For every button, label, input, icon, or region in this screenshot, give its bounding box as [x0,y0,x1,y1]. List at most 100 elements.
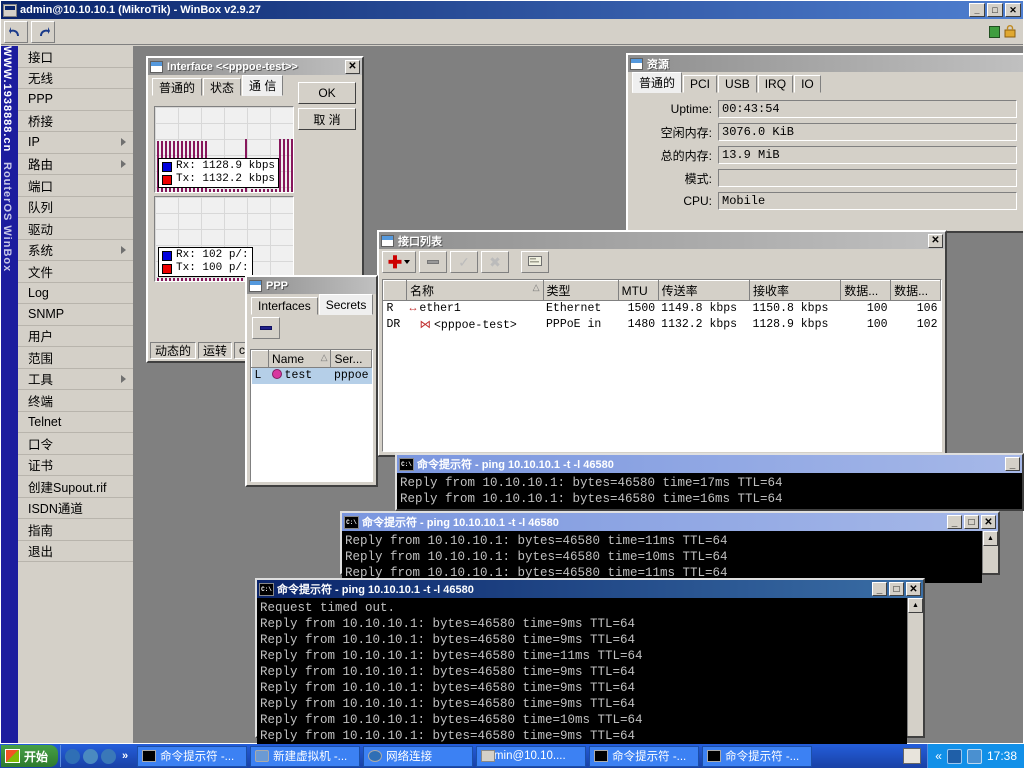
media-icon[interactable] [101,748,117,764]
menu-item-23[interactable]: 退出 [18,541,133,562]
menu-item-20[interactable]: 创建Supout.rif [18,476,133,498]
quick-launch-chevron-icon[interactable]: » [119,750,131,762]
menu-item-5[interactable]: 路由 [18,154,133,175]
redo-button[interactable] [31,20,55,43]
menu-item-16[interactable]: 终端 [18,390,133,412]
column-header-7[interactable]: 数据... [890,280,941,301]
plus-icon: ✚ [387,252,403,272]
ppp-column-header-2[interactable]: Ser... [330,350,372,368]
scroll-up-icon[interactable]: ▲ [908,598,923,613]
column-header-0[interactable] [383,280,408,301]
cmd1-title: 命令提示符 - ping 10.10.10.1 -t -l 46580 [417,459,614,471]
interface-tab-1[interactable]: 状态 [203,78,242,96]
resource-value: 00:43:54 [718,100,1017,118]
menu-item-21[interactable]: ISDN通道 [18,498,133,519]
cmd2-minimize-button[interactable]: _ [947,515,962,529]
menu-item-17[interactable]: Telnet [18,412,133,433]
cmd1-minimize-button[interactable]: _ [1005,457,1020,471]
ppp-column-header-1[interactable]: Name △ [268,350,332,368]
cancel-button[interactable]: 取 消 [298,108,356,130]
taskbar-item-0[interactable]: 命令提示符 -... [137,745,248,767]
table-row[interactable]: DR ⋈ <pppoe-test> PPPoE in 1480 1132.2 kbps 11… [383,316,941,333]
menu-item-19[interactable]: 证书 [18,455,133,476]
graph-bar [173,277,175,281]
resources-tab-2[interactable]: USB [718,75,757,93]
enable-interface-button[interactable]: ✓ [450,251,478,273]
shield-tray-icon[interactable] [966,748,982,764]
cmd2-maximize-button[interactable]: □ [964,515,979,529]
remove-interface-button[interactable] [419,251,447,273]
ppp-column-header-0[interactable] [251,350,270,368]
resource-label: CPU: [683,194,712,208]
menu-item-11[interactable]: Log [18,283,133,304]
keyboard-language-icon[interactable] [903,748,922,764]
table-row[interactable]: R ↔ ether1 Ethernet 1500 1149.8 kbps 1150.8 kb… [383,300,941,317]
windows-logo-icon [5,749,20,763]
taskbar-item-2[interactable]: 网络连接 [363,745,474,767]
ppp-tab-1[interactable]: Secrets [318,294,374,315]
menu-item-10[interactable]: 文件 [18,261,133,283]
menu-item-22[interactable]: 指南 [18,519,133,541]
interface-window-close-button[interactable]: ✕ [345,59,360,74]
menu-item-4[interactable]: IP [18,132,133,154]
cmd3-minimize-button[interactable]: _ [872,582,887,596]
ppp-remove-button[interactable] [252,317,280,339]
graph-bar [181,277,183,281]
taskbar-item-3[interactable]: admin@10.10.... [476,745,587,767]
menu-item-1[interactable]: 无线 [18,68,133,89]
list-item[interactable]: Ltest pppoe [251,367,372,384]
menu-item-7[interactable]: 队列 [18,197,133,218]
menu-item-12[interactable]: SNMP [18,304,133,326]
undo-button[interactable] [4,20,28,43]
outlook-icon[interactable] [83,748,99,764]
resources-tab-3[interactable]: IRQ [757,75,794,93]
disable-interface-button[interactable]: ✖ [481,251,509,273]
taskbar-item-5[interactable]: 命令提示符 -... [702,745,813,767]
menu-item-8[interactable]: 驱动 [18,218,133,240]
interface-tab-2[interactable]: 通 信 [242,75,284,96]
interface-table-header: 名称 △ 类型 MTU 传送率 接收率 数据... 数据... [383,280,941,301]
ppp-tab-0[interactable]: Interfaces [251,297,318,315]
menu-item-9[interactable]: 系统 [18,240,133,261]
menu-item-2[interactable]: PPP [18,89,133,111]
cmd3-close-button[interactable]: ✕ [906,582,921,596]
restore-button[interactable]: □ [987,3,1003,17]
start-button[interactable]: 开始 [1,745,59,767]
interface-tab-0[interactable]: 普通的 [152,78,203,96]
menu-item-14[interactable]: 范围 [18,347,133,369]
resources-tab-0[interactable]: 普通的 [632,72,683,93]
column-header-4[interactable]: 传送率 [657,280,750,301]
cmd3-maximize-button[interactable]: □ [889,582,904,596]
menu-item-13[interactable]: 用户 [18,326,133,347]
close-button[interactable]: ✕ [1005,3,1021,17]
menu-item-3[interactable]: 桥接 [18,111,133,132]
comment-button[interactable] [521,251,549,273]
column-header-6[interactable]: 数据... [840,280,892,301]
add-interface-button[interactable]: ✚ [382,251,416,273]
cmd2-scrollbar[interactable]: ▲ [982,531,998,573]
window-icon [249,279,262,292]
taskbar-item-1[interactable]: 新建虚拟机 -... [250,745,361,767]
resources-tab-1[interactable]: PCI [683,75,718,93]
tray-chevron-icon[interactable]: « [935,749,942,763]
column-header-1[interactable]: 名称 △ [406,280,544,301]
taskbar-clock[interactable]: 17:38 [987,749,1017,763]
minimize-button[interactable]: _ [969,3,985,17]
interface-list-close-button[interactable]: ✕ [928,233,943,248]
menu-item-0[interactable]: 接口 [18,46,133,68]
column-header-3[interactable]: MTU [617,280,659,301]
menu-item-6[interactable]: 端口 [18,175,133,197]
cmd2-close-button[interactable]: ✕ [981,515,996,529]
taskbar-item-4[interactable]: 命令提示符 -... [589,745,700,767]
network-tray-icon[interactable] [946,748,962,764]
scroll-up-icon[interactable]: ▲ [983,531,998,546]
menu-item-15[interactable]: 工具 [18,369,133,390]
column-header-5[interactable]: 接收率 [748,280,842,301]
menu-item-18[interactable]: 口令 [18,433,133,455]
cmd3-scrollbar[interactable]: ▲ [907,598,923,736]
ie-icon[interactable] [65,748,81,764]
resources-tab-4[interactable]: IO [794,75,821,93]
column-header-2[interactable]: 类型 [542,280,619,301]
menu-item-label: 工具 [28,373,54,388]
ok-button[interactable]: OK [298,82,356,104]
